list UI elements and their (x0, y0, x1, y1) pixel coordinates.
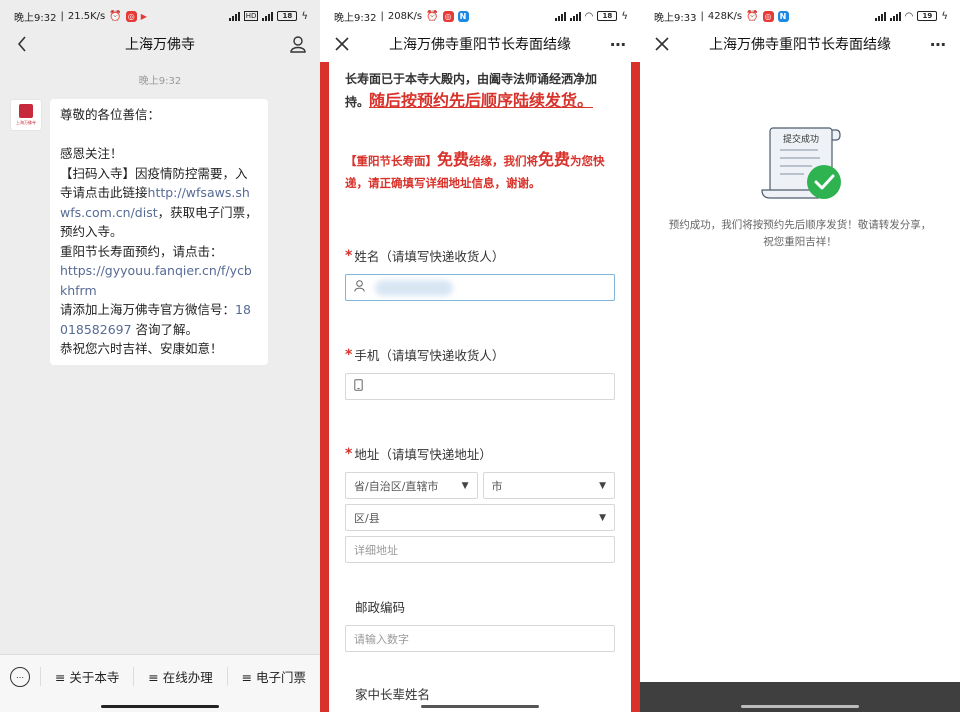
nav-bar: 上海万佛寺重阳节长寿面结缘 ⋯ (320, 32, 640, 56)
message-greeting: 尊敬的各位善信： (60, 107, 161, 122)
notice-free-shipping: 【重阳节长寿面】免费结缘，我们将免费为您快递，请正确填写详细地址信息，谢谢。 (345, 150, 605, 190)
status-bar: 晚上9:32 | 208K/s ⏰ ◎ N ◠ 18 ϟ (334, 10, 628, 24)
app-notification-icon: ◎ (125, 10, 137, 22)
status-speed: 428K/s (707, 10, 743, 22)
province-select[interactable]: 省/自治区/直辖市 ▼ (345, 472, 478, 499)
status-bar: 晚上9:32 | 21.5K/s ⏰ ◎ ▶ HD 18 ϟ (14, 10, 308, 24)
form-body: 长寿面已于本寺大殿内，由阖寺法师诵经洒净加持。随后按预约先后顺序陆续发货。 【重… (329, 62, 631, 712)
hd-icon: HD (243, 11, 259, 21)
keyboard-icon: ⋯ (10, 667, 30, 687)
battery-icon: 18 (597, 11, 618, 21)
charging-icon: ϟ (621, 10, 628, 22)
app-notification-icon: ◎ (762, 10, 774, 22)
phone-label: * 手机（请填写快递收货人） (345, 346, 505, 364)
postcode-field[interactable]: 请输入数字 (345, 625, 615, 652)
signal-icon (228, 11, 240, 21)
message-longevity-text: 重阳节长寿面预约，请点击： (60, 243, 223, 259)
success-message: 预约成功，我们将按预约先后顺序发货！敬请转发分享，祝您重阳吉祥！ (668, 219, 932, 248)
close-icon[interactable] (652, 34, 672, 54)
charging-icon: ϟ (301, 10, 308, 22)
message-wechat-text-2: 咨询了解。 (131, 321, 199, 337)
dropdown-arrow-icon: ▼ (461, 480, 469, 491)
status-bar: 晚上9:33 | 428K/s ⏰ ◎ N ◠ 19 ϟ (654, 10, 948, 24)
menu-online-service[interactable]: ≡ 在线办理 (133, 667, 226, 686)
chat-title: 上海万佛寺 (125, 37, 195, 53)
message-wechat-text: 请添加上海万佛寺官方微信号： (60, 302, 236, 317)
message-bubble: 尊敬的各位善信： 感恩关注！ 【扫码入寺】因疫情防控需要，入寺请点击此链接htt… (50, 99, 268, 365)
app-notification-icon: N (457, 10, 469, 22)
message-closing: 恭祝您六时吉祥、安康如意！ (60, 341, 223, 356)
address-label: * 地址（请填写快递地址） (345, 445, 492, 463)
form-panel: 晚上9:32 | 208K/s ⏰ ◎ N ◠ 18 ϟ 上海万佛寺重阳节长寿面… (320, 0, 640, 712)
doc-title: 提交成功 (782, 135, 819, 145)
detail-address-field[interactable]: 详细地址 (345, 536, 615, 563)
phone-field[interactable] (345, 373, 615, 400)
back-icon[interactable] (12, 34, 32, 54)
account-menu-bar: ⋯ ≡ 关于本寺 ≡ 在线办理 ≡ 电子门票 (0, 654, 320, 712)
elder-name-label: 家中长辈姓名 (355, 687, 431, 702)
menu-about-temple[interactable]: ≡ 关于本寺 (40, 667, 133, 686)
redacted-name (375, 279, 453, 296)
chat-timestamp: 晚上9:32 (138, 76, 182, 87)
battery-icon: 19 (917, 11, 938, 21)
app-notification-icon: ◎ (442, 10, 454, 22)
longevity-link[interactable]: https://gyyouu.fanqier.cn/f/ycbkhfrm (60, 261, 258, 300)
alarm-icon: ⏰ (426, 10, 439, 22)
close-icon[interactable] (332, 34, 352, 54)
charging-icon: ϟ (941, 10, 948, 22)
signal-icon (262, 11, 274, 21)
alarm-icon: ⏰ (746, 10, 759, 22)
page-title: 上海万佛寺重阳节长寿面结缘 (389, 37, 571, 53)
city-select[interactable]: 市 ▼ (482, 472, 615, 499)
dropdown-arrow-icon: ▼ (599, 512, 606, 523)
page-title: 上海万佛寺重阳节长寿面结缘 (709, 37, 891, 53)
success-panel: 晚上9:33 | 428K/s ⏰ ◎ N ◠ 19 ϟ 上海万佛寺重阳节长寿面… (640, 0, 960, 712)
district-select[interactable]: 区/县 ▼ (345, 504, 615, 531)
nav-bar: 上海万佛寺 (0, 32, 320, 56)
status-time: 晚上9:33 (654, 12, 697, 24)
signal-icon (874, 11, 886, 21)
play-icon: ▶ (140, 11, 147, 21)
phone-icon (354, 379, 363, 394)
menu-e-ticket[interactable]: ≡ 电子门票 (226, 667, 320, 686)
wifi-icon: ◠ (584, 10, 594, 22)
alarm-icon: ⏰ (109, 10, 122, 22)
notice-blessing: 长寿面已于本寺大殿内，由阖寺法师诵经洒净加持。随后按预约先后顺序陆续发货。 (345, 72, 598, 110)
app-notification-icon: N (777, 10, 789, 22)
battery-icon: 18 (277, 11, 298, 21)
keyboard-toggle-button[interactable]: ⋯ (0, 667, 40, 687)
nav-bar: 上海万佛寺重阳节长寿面结缘 ⋯ (640, 32, 960, 56)
person-icon (354, 280, 365, 295)
wifi-icon: ◠ (904, 10, 914, 22)
status-speed: 208K/s (387, 10, 423, 22)
name-label: * 姓名（请填写快递收货人） (345, 247, 505, 265)
more-icon[interactable]: ⋯ (928, 34, 948, 54)
name-field[interactable] (345, 274, 615, 301)
status-speed: 21.5K/s (67, 10, 106, 22)
notice-shipping: 随后按预约先后顺序陆续发货。 (369, 91, 594, 110)
chat-panel: 晚上9:32 | 21.5K/s ⏰ ◎ ▶ HD 18 ϟ 上海万佛寺 晚上9… (0, 0, 320, 712)
home-indicator[interactable] (101, 705, 219, 708)
message-thanks: 感恩关注！ (60, 146, 123, 161)
temple-logo-icon (19, 104, 33, 118)
signal-icon (569, 11, 581, 21)
home-indicator[interactable] (741, 705, 859, 708)
status-time: 晚上9:32 (334, 12, 377, 24)
more-icon[interactable]: ⋯ (608, 34, 628, 54)
avatar[interactable]: 上海万佛寺 (10, 99, 42, 131)
signal-icon (554, 11, 566, 21)
postcode-label: 邮政编码 (355, 600, 406, 615)
status-time: 晚上9:32 (14, 12, 57, 24)
dropdown-arrow-icon: ▼ (599, 480, 606, 491)
success-content: 提交成功 预约成功，我们将按预约先后顺序发货！敬请转发分享，祝您重阳吉祥！ (640, 62, 960, 682)
form-frame: 长寿面已于本寺大殿内，由阖寺法师诵经洒净加持。随后按预约先后顺序陆续发货。 【重… (320, 62, 640, 712)
signal-icon (889, 11, 901, 21)
home-indicator[interactable] (421, 705, 539, 708)
message-row: 上海万佛寺 尊敬的各位善信： 感恩关注！ 【扫码入寺】因疫情防控需要，入寺请点击… (0, 99, 320, 365)
profile-icon[interactable] (288, 34, 308, 54)
